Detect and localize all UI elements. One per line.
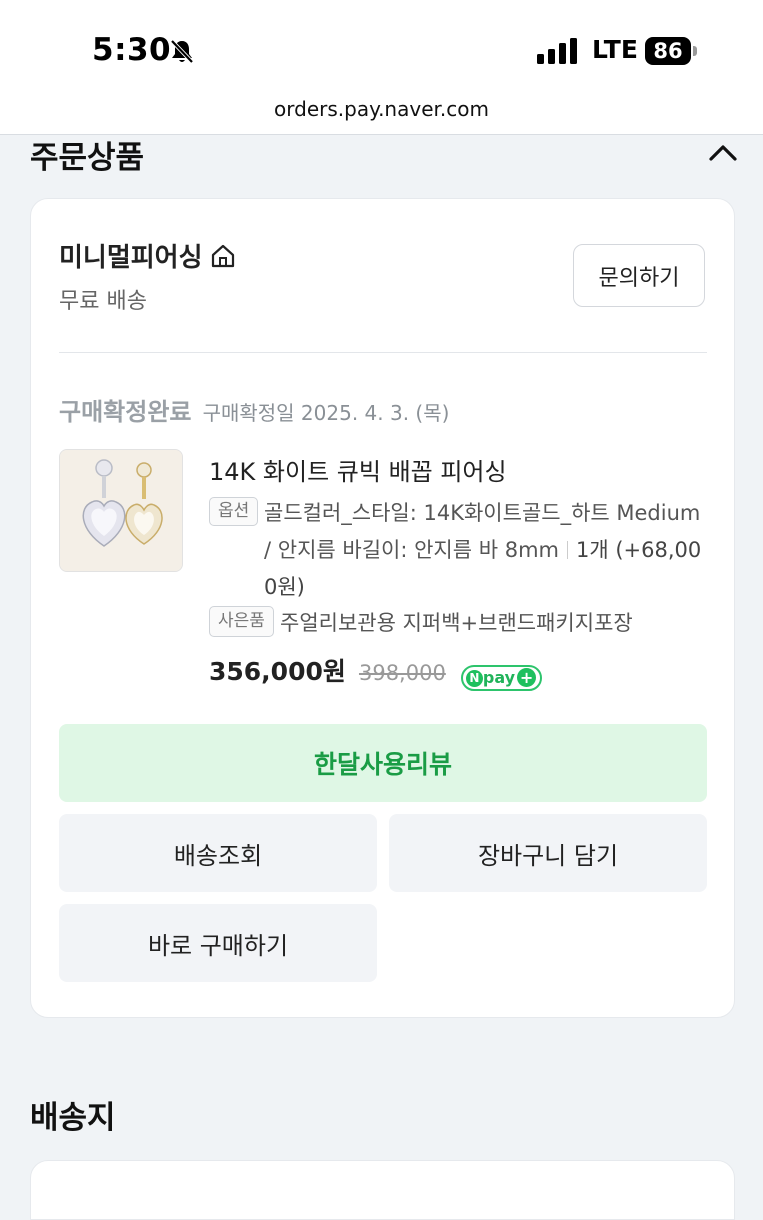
separator (567, 541, 568, 559)
order-card: 미니멀피어싱 무료 배송 문의하기 구매확정완료 구매확정일 2025. 4. … (30, 198, 735, 1018)
gift-badge: 사은품 (209, 606, 274, 637)
track-delivery-button[interactable]: 배송조회 (59, 814, 377, 892)
order-section-title: 주문상품 (30, 140, 145, 176)
option-badge: 옵션 (209, 497, 259, 526)
review-button[interactable]: 한달사용리뷰 (59, 724, 707, 802)
buy-now-button[interactable]: 바로 구매하기 (59, 904, 377, 982)
price-row: 356,000원 398,000 Npay + (209, 652, 543, 691)
battery-cap (693, 46, 697, 56)
gift-text: 주얼리보관용 지퍼백+브랜드패키지포장 (280, 611, 633, 635)
original-price: 398,000 (358, 661, 446, 685)
product-image (60, 450, 182, 571)
store-header[interactable]: 미니멀피어싱 (59, 237, 236, 274)
signal-icon (537, 38, 577, 64)
divider (59, 352, 707, 353)
battery-icon: 86 (645, 37, 697, 65)
option-details: 골드컬러_스타일: 14K화이트골드_하트 Medium / 안지름 바길이: … (264, 495, 709, 606)
network-type: LTE (592, 35, 638, 64)
status-time: 5:30 (92, 32, 172, 68)
add-to-cart-button[interactable]: 장바구니 담기 (389, 814, 707, 892)
store-name[interactable]: 미니멀피어싱 (59, 237, 203, 274)
delivery-card (30, 1160, 735, 1220)
url-text: orders.pay.naver.com (274, 97, 489, 121)
status-bar: 5:30 LTE 86 (0, 0, 763, 92)
plus-icon: + (517, 668, 537, 687)
product-thumbnail[interactable] (59, 449, 183, 572)
order-status-row: 구매확정완료 구매확정일 2025. 4. 3. (목) (59, 392, 449, 427)
chevron-up-icon[interactable] (706, 138, 740, 168)
npay-n-icon: N (465, 670, 483, 687)
npay-label: pay (482, 668, 516, 687)
battery-level: 86 (645, 37, 691, 65)
order-status: 구매확정완료 (59, 398, 192, 426)
product-name[interactable]: 14K 화이트 큐빅 배꼽 피어싱 (209, 452, 507, 487)
npay-plus-badge: Npay + (460, 665, 543, 691)
bell-off-icon (170, 39, 194, 64)
confirm-date: 구매확정일 2025. 4. 3. (목) (202, 401, 450, 425)
home-icon[interactable] (210, 243, 236, 269)
inquiry-button[interactable]: 문의하기 (573, 244, 705, 307)
sale-price: 356,000원 (209, 657, 346, 686)
shipping-info: 무료 배송 (59, 289, 147, 314)
url-bar[interactable]: orders.pay.naver.com (0, 92, 763, 135)
delivery-section-title: 배송지 (30, 1100, 116, 1136)
